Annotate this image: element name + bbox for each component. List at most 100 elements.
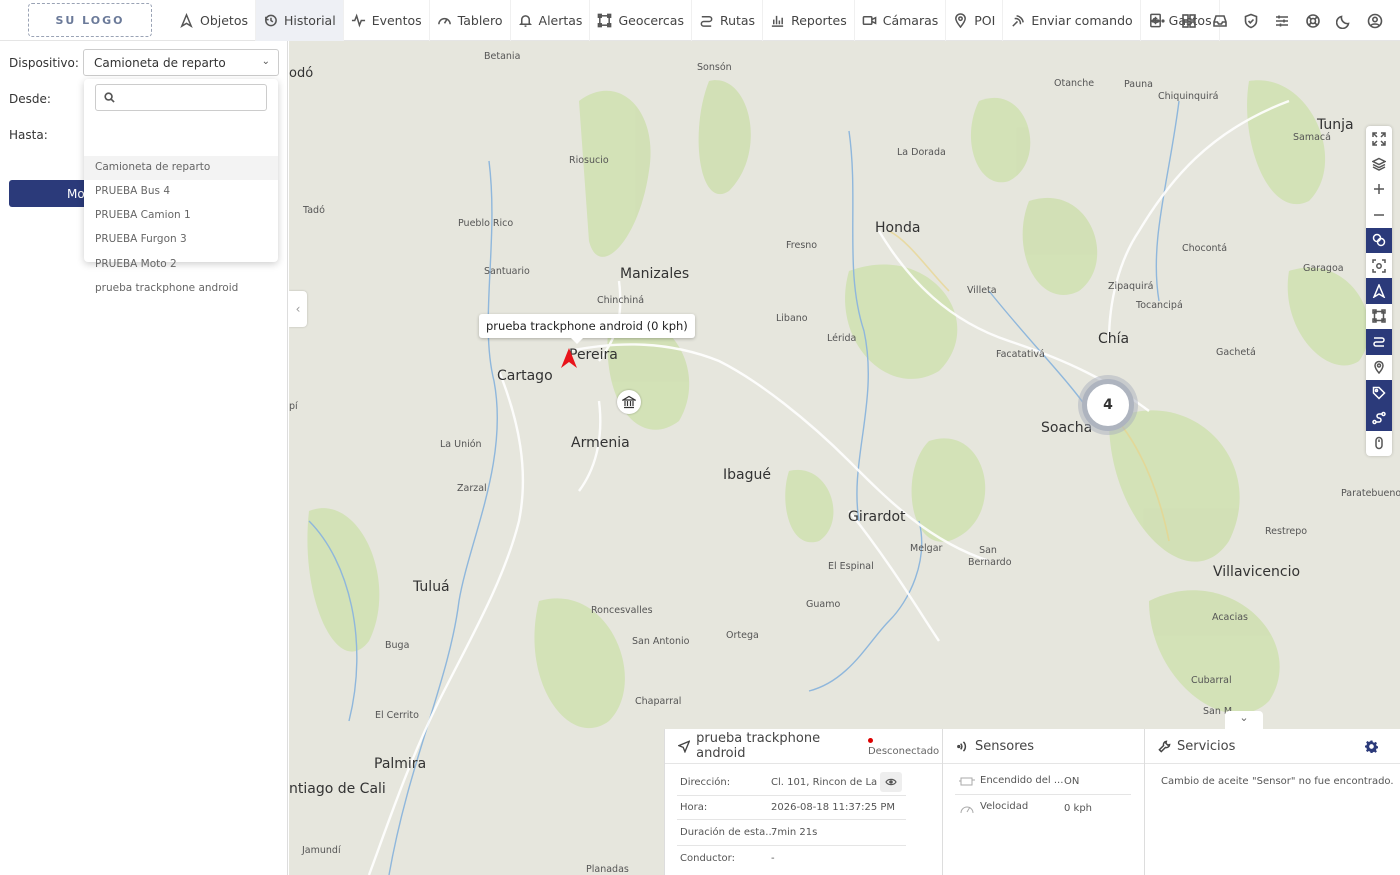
zoom-in-icon[interactable]	[1366, 177, 1392, 202]
eye-icon[interactable]	[880, 772, 902, 792]
town-label: Villeta	[967, 285, 997, 296]
nav-eventos[interactable]: Eventos	[344, 0, 430, 41]
nav-poi[interactable]: POI	[946, 0, 1004, 41]
tag-icon[interactable]	[1366, 379, 1392, 406]
inbox-icon[interactable]	[1204, 0, 1235, 41]
city-label: Chía	[1098, 331, 1130, 347]
nav-rutas[interactable]: Rutas	[692, 0, 764, 41]
vehicle-tooltip: prueba trackphone android (0 kph)	[479, 314, 695, 344]
routes-icon[interactable]	[1366, 329, 1392, 355]
layers-icon[interactable]	[1366, 151, 1392, 176]
signal-icon	[957, 740, 967, 752]
focus-icon[interactable]	[1366, 253, 1392, 278]
town-label: Buga	[385, 640, 410, 651]
device-name: prueba trackphone android	[696, 731, 821, 761]
vehicle-marker-icon[interactable]	[560, 347, 578, 369]
nav-tablero[interactable]: Tablero	[430, 0, 511, 41]
device-search-input[interactable]	[95, 84, 267, 111]
nav-alertas[interactable]: Alertas	[511, 0, 591, 41]
sensors-title: Sensores	[975, 738, 1035, 754]
town-label: El Espinal	[828, 561, 874, 572]
device-info-header: prueba trackphone android Desconectado	[665, 729, 942, 764]
sensor-label: Encendido del ...	[980, 775, 1064, 786]
expand-panels-button[interactable]: ⌄	[1225, 711, 1263, 729]
town-label: Libano	[776, 313, 808, 324]
town-label: Chinchiná	[597, 295, 645, 306]
info-label: Conductor:	[680, 853, 735, 864]
town-label: Acacias	[1212, 612, 1249, 623]
town-label: Melgar	[910, 543, 943, 554]
grid-icon[interactable]	[1173, 0, 1204, 41]
info-value: -	[771, 853, 775, 864]
device-option[interactable]: PRUEBA Furgon 3	[84, 228, 278, 252]
device-option[interactable]: PRUEBA Camion 1	[84, 204, 278, 228]
museum-poi-icon[interactable]	[617, 390, 641, 414]
city-label: Tunja	[1317, 117, 1354, 133]
nav-historial[interactable]: Historial	[256, 0, 344, 41]
divider	[677, 819, 906, 820]
town-label: La Dorada	[897, 147, 946, 158]
nav-geocercas[interactable]: Geocercas	[590, 0, 692, 41]
marker-cluster[interactable]: 4	[1082, 379, 1134, 431]
search-icon	[104, 92, 115, 103]
city-label: Girardot	[848, 509, 906, 525]
device-option[interactable]: PRUEBA Bus 4	[84, 180, 278, 204]
nav-label: Historial	[284, 13, 336, 28]
info-value: 2026-08-18 11:37:25 PM	[771, 802, 896, 813]
gear-icon[interactable]	[1365, 740, 1378, 753]
nav-enviar-comando[interactable]: Enviar comando	[1003, 0, 1141, 41]
town-label: Zarzal	[457, 483, 487, 494]
moon-icon[interactable]	[1328, 0, 1359, 41]
to-label: Hasta:	[9, 128, 48, 142]
nav-objetos[interactable]: Objetos	[172, 0, 256, 41]
user-icon[interactable]	[1359, 0, 1390, 41]
help-icon[interactable]	[1297, 0, 1328, 41]
city-label: Villavicencio	[1213, 564, 1301, 580]
route-icon	[700, 16, 713, 27]
town-label: Santuario	[484, 266, 530, 277]
more-icon[interactable]	[1142, 0, 1173, 41]
sensor-value: ON	[1064, 776, 1080, 787]
camera-icon	[862, 16, 877, 25]
device-select[interactable]: Camioneta de reparto ⌄	[83, 49, 279, 76]
bar-chart-icon	[771, 15, 784, 27]
info-value: 7min 21s	[771, 827, 818, 838]
collapse-panel-handle[interactable]: ‹	[289, 291, 307, 327]
city-label: ntiago de Cali	[289, 781, 386, 797]
nav-label: Cámaras	[882, 13, 939, 28]
nav-label: POI	[974, 13, 996, 28]
device-option[interactable]: Camioneta de reparto	[84, 156, 278, 180]
polygon-icon[interactable]	[1366, 304, 1392, 329]
device-option[interactable]: prueba trackphone android	[84, 277, 278, 301]
city-label: Palmira	[374, 756, 427, 772]
path-icon[interactable]	[1366, 405, 1392, 431]
status-badge: Desconectado	[867, 735, 942, 757]
info-label: Hora:	[680, 802, 708, 813]
city-label: odó	[289, 66, 314, 81]
fullscreen-icon[interactable]	[1366, 126, 1392, 151]
town-label: Roncesvalles	[591, 605, 653, 616]
nav-label: Rutas	[719, 13, 756, 28]
navigation-icon[interactable]	[1366, 278, 1392, 304]
device-option[interactable]: PRUEBA Moto 2	[84, 253, 278, 277]
from-label: Desde:	[9, 92, 51, 106]
zoom-out-icon[interactable]	[1366, 202, 1392, 227]
speedometer-icon	[960, 806, 974, 814]
nav-camaras[interactable]: Cámaras	[855, 0, 947, 41]
pin-icon[interactable]	[1366, 355, 1392, 380]
services-title: Servicios	[1177, 738, 1236, 754]
mouse-icon[interactable]	[1366, 431, 1392, 456]
town-label: Otanche	[1054, 78, 1095, 89]
town-label: Jamundí	[302, 845, 341, 856]
device-label: Dispositivo:	[9, 56, 79, 70]
town-label: Samacá	[1293, 132, 1331, 143]
city-label: Ibagué	[723, 467, 771, 483]
sliders-icon[interactable]	[1266, 0, 1297, 41]
nav-reportes[interactable]: Reportes	[763, 0, 855, 41]
shield-icon[interactable]	[1235, 0, 1266, 41]
shapes-icon[interactable]	[1366, 227, 1392, 253]
town-label: Sonsón	[697, 62, 732, 73]
send-signal-icon	[1012, 15, 1025, 27]
town-label: Guamo	[806, 599, 841, 610]
sensors-header: Sensores	[943, 729, 1144, 764]
